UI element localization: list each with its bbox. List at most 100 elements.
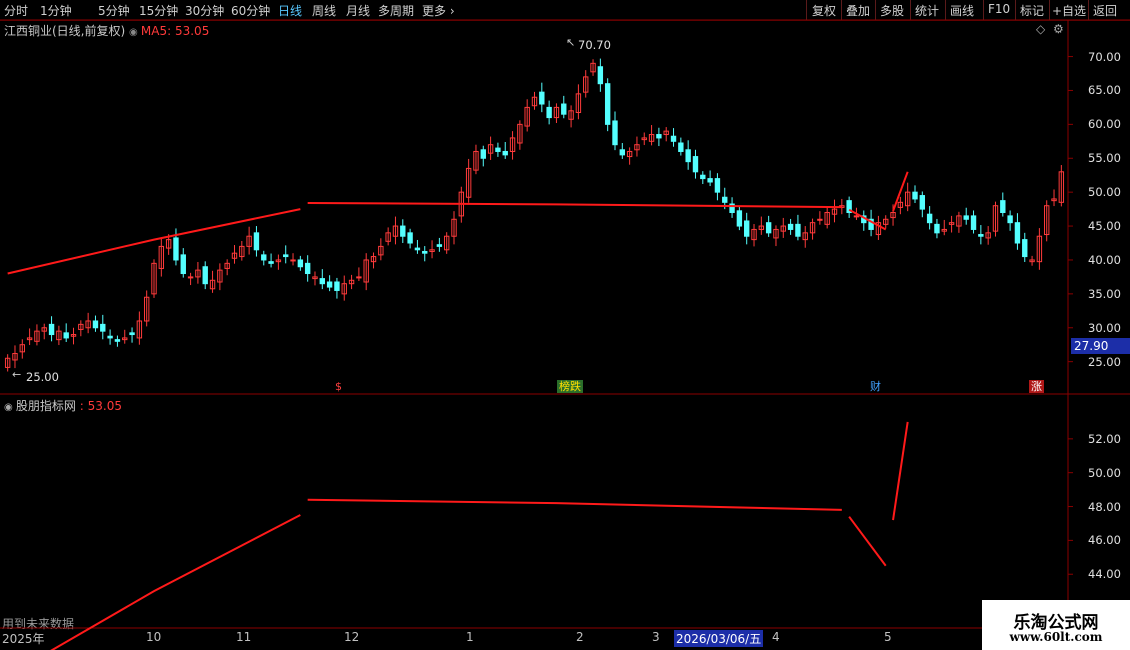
candle-body xyxy=(85,320,91,329)
y-tick-label-indicator: 48.00 xyxy=(1088,499,1121,514)
candle-body xyxy=(107,335,113,339)
event-finance[interactable]: 财 xyxy=(868,380,883,393)
candle-body xyxy=(809,222,816,234)
event-limit-up[interactable]: 涨 xyxy=(1029,380,1044,393)
dropdown-icon[interactable]: ◉ xyxy=(129,27,141,38)
candle-body xyxy=(275,259,282,263)
candle-body xyxy=(304,262,311,275)
candle-body xyxy=(180,254,186,275)
indicator-line xyxy=(848,516,887,567)
candle-body xyxy=(114,339,121,342)
candle-body xyxy=(326,281,333,288)
candle-body xyxy=(817,218,823,221)
candle-body xyxy=(502,150,508,156)
candle-body xyxy=(1022,239,1028,258)
tab-intraday[interactable]: 分时 xyxy=(4,2,28,19)
tab-60min[interactable]: 60分钟 xyxy=(231,2,270,19)
statistics-button[interactable]: 统计 xyxy=(915,2,939,19)
indicator-line xyxy=(892,421,909,521)
main-overlay-line xyxy=(892,171,909,212)
candle-body xyxy=(261,254,267,261)
candle-body xyxy=(692,156,699,173)
candle-body xyxy=(868,218,874,230)
multi-stock-button[interactable]: 多股 xyxy=(880,2,904,19)
main-overlay-line xyxy=(848,208,887,231)
overlay-lines xyxy=(7,171,909,275)
candle-body xyxy=(685,149,691,163)
candle-body xyxy=(846,200,852,213)
candle-body xyxy=(956,215,962,227)
candle-body xyxy=(136,320,143,339)
y-tick-label-main: 55.00 xyxy=(1088,151,1121,166)
candle-body xyxy=(583,76,589,93)
indicator-title: 股朋指标网 xyxy=(15,399,76,413)
stock-title: 江西铜业(日线,前复权) xyxy=(4,24,126,38)
candle-body xyxy=(356,276,362,279)
candle-body xyxy=(948,222,955,225)
period-toolbar: 分时 1分钟 5分钟 15分钟 30分钟 60分钟 日线 周线 月线 多周期 更… xyxy=(0,0,1130,21)
tab-1min[interactable]: 1分钟 xyxy=(40,2,72,19)
x-label-may: 5 xyxy=(884,630,892,644)
candle-body xyxy=(612,120,618,146)
candle-body xyxy=(590,62,596,73)
event-ranking[interactable]: 榜跌 xyxy=(557,380,583,393)
f10-button[interactable]: F10 xyxy=(988,2,1010,16)
candle-body xyxy=(517,123,523,144)
event-dividend[interactable]: $ xyxy=(333,380,344,393)
candle-body xyxy=(553,106,560,119)
low-arrow-icon: ← xyxy=(12,368,22,381)
settings-icon[interactable]: ⚙ xyxy=(1053,22,1064,36)
candle-body xyxy=(1014,222,1021,244)
candle-body xyxy=(1058,171,1065,203)
candle-body xyxy=(831,208,838,215)
candle-body xyxy=(773,228,779,239)
candle-body xyxy=(443,235,450,251)
candle-body xyxy=(1036,235,1043,263)
back-button[interactable]: 返回 xyxy=(1093,2,1117,19)
candle-body xyxy=(429,249,435,252)
candle-body xyxy=(165,239,172,249)
candle-body xyxy=(487,144,494,154)
add-watchlist-button[interactable]: +自选 xyxy=(1052,2,1086,19)
diamond-icon[interactable]: ◇ xyxy=(1036,22,1045,36)
tab-5min[interactable]: 5分钟 xyxy=(98,2,130,19)
candle-body xyxy=(26,337,33,341)
y-tick-label-main: 25.00 xyxy=(1088,354,1121,369)
tab-30min[interactable]: 30分钟 xyxy=(185,2,224,19)
candle-body xyxy=(12,353,18,361)
candle-body xyxy=(465,167,472,198)
y-tick-label-main: 45.00 xyxy=(1088,219,1121,234)
high-price-label: 70.70 xyxy=(578,38,611,52)
overlay-button[interactable]: 叠加 xyxy=(846,2,870,19)
low-price-label: 25.00 xyxy=(26,370,59,384)
x-label-dec: 12 xyxy=(344,630,360,644)
tab-multi-period[interactable]: 多周期 xyxy=(378,2,414,19)
candle-body xyxy=(407,232,413,244)
candle-body xyxy=(575,93,582,113)
crosshair-date: 2026/03/06/五 xyxy=(674,630,764,647)
tab-more[interactable]: 更多 › xyxy=(422,2,455,19)
y-tick-label-main: 30.00 xyxy=(1088,320,1121,335)
main-overlay-line xyxy=(307,202,842,209)
candle-body xyxy=(378,245,384,256)
candle-body xyxy=(736,210,743,227)
candle-body xyxy=(670,135,677,142)
tab-daily[interactable]: 日线 xyxy=(278,2,302,19)
candlestick-series xyxy=(4,58,1065,372)
circle-icon[interactable]: ◉ xyxy=(4,402,16,413)
candle-body xyxy=(312,276,318,280)
tab-15min[interactable]: 15分钟 xyxy=(139,2,178,19)
tab-monthly[interactable]: 月线 xyxy=(346,2,370,19)
mark-button[interactable]: 标记 xyxy=(1020,2,1044,19)
candle-body xyxy=(904,191,911,207)
tab-weekly[interactable]: 周线 xyxy=(312,2,336,19)
draw-line-button[interactable]: 画线 xyxy=(950,2,974,19)
candle-body xyxy=(780,225,786,232)
candle-body xyxy=(729,203,735,213)
adjust-button[interactable]: 复权 xyxy=(812,2,836,19)
candle-body xyxy=(480,149,486,159)
candle-body xyxy=(363,259,369,283)
chart-canvas[interactable] xyxy=(0,0,1130,650)
candle-body xyxy=(400,225,406,237)
candle-body xyxy=(253,232,260,251)
